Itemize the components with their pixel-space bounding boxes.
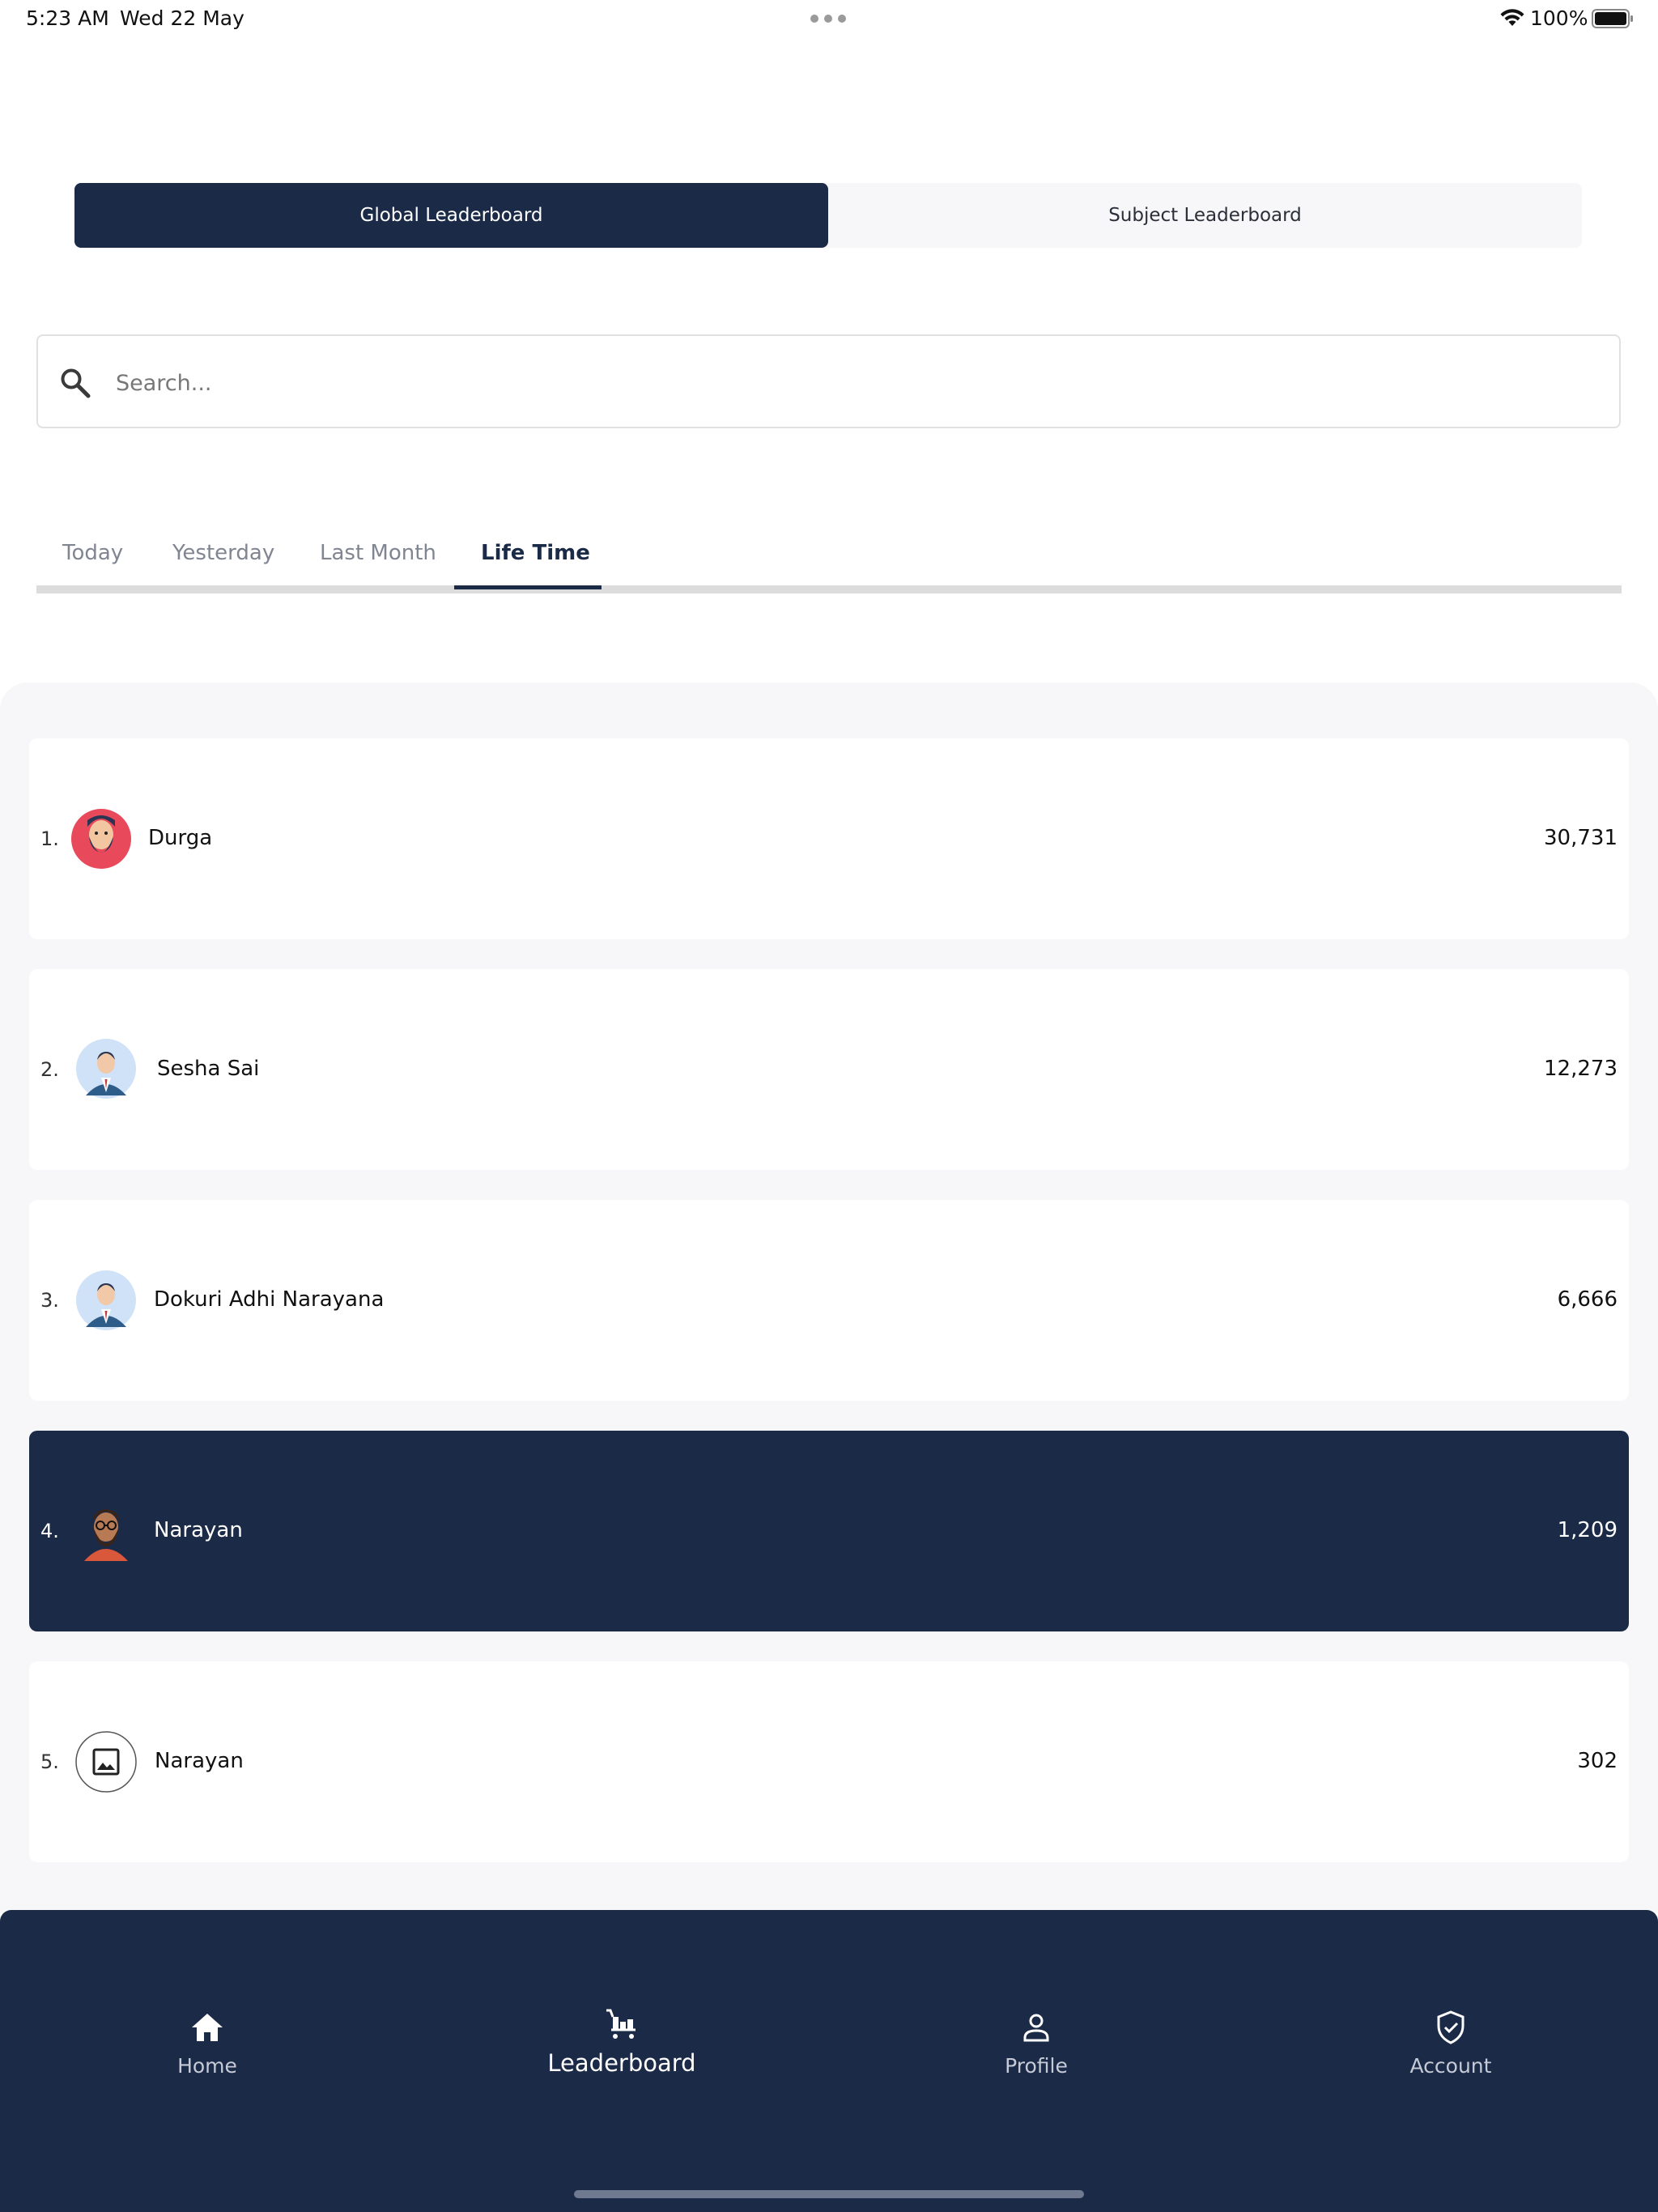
score: 30,731 — [1544, 826, 1618, 850]
search-icon — [61, 368, 91, 398]
tab-today[interactable]: Today — [62, 541, 123, 565]
player-name: Sesha Sai — [157, 1057, 260, 1081]
subject-leaderboard-button[interactable]: Subject Leaderboard — [828, 183, 1582, 248]
player-name: Narayan — [154, 1518, 243, 1542]
tab-life-time[interactable]: Life Time — [481, 541, 590, 565]
nav-account[interactable]: Account — [1354, 2009, 1548, 2078]
leaderboard-row-current-user[interactable]: 4. Narayan 1,209 — [29, 1431, 1629, 1631]
status-date: Wed 22 May — [120, 6, 244, 30]
profile-icon — [1023, 2014, 1049, 2042]
player-name: Dokuri Adhi Narayana — [154, 1287, 385, 1312]
status-time: 5:23 AM — [26, 6, 109, 30]
rank: 1. — [40, 827, 59, 850]
nav-profile-label: Profile — [1005, 2054, 1068, 2078]
avatar-bearded-man-red-icon — [71, 809, 131, 869]
image-placeholder-icon — [75, 1731, 137, 1793]
rank: 3. — [40, 1289, 59, 1312]
leaderboard-icon — [606, 2009, 636, 2039]
player-name: Narayan — [155, 1749, 244, 1773]
battery-icon — [1592, 9, 1633, 28]
score: 12,273 — [1544, 1057, 1618, 1081]
leaderboard-type-switch: Global Leaderboard Subject Leaderboard — [74, 183, 1582, 248]
search-input[interactable] — [114, 360, 1591, 406]
bottom-navigation: Home Leaderboard Profile Account — [0, 1910, 1658, 2212]
tab-yesterday[interactable]: Yesterday — [172, 541, 274, 565]
tab-last-month[interactable]: Last Month — [320, 541, 436, 565]
nav-home[interactable]: Home — [110, 2009, 304, 2078]
nav-home-label: Home — [177, 2054, 237, 2078]
tab-active-indicator — [454, 585, 602, 589]
score: 1,209 — [1557, 1518, 1618, 1542]
leaderboard-row[interactable]: 3. Dokuri Adhi Narayana 6,666 — [29, 1200, 1629, 1401]
avatar-man-suit-icon — [76, 1270, 136, 1330]
search-box — [36, 334, 1621, 428]
leaderboard-row[interactable]: 1. Durga 30,731 — [29, 738, 1629, 939]
nav-account-label: Account — [1409, 2054, 1492, 2078]
nav-profile[interactable]: Profile — [939, 2009, 1133, 2078]
player-name: Durga — [148, 826, 213, 850]
nav-leaderboard-label: Leaderboard — [547, 2049, 696, 2077]
shield-check-icon — [1437, 2010, 1465, 2044]
avatar-man-suit-icon — [76, 1039, 136, 1099]
rank: 5. — [40, 1750, 59, 1773]
rank: 2. — [40, 1058, 59, 1081]
battery-percentage: 100% — [1530, 6, 1588, 30]
wifi-icon — [1500, 9, 1524, 26]
rank: 4. — [40, 1520, 59, 1542]
home-indicator[interactable] — [574, 2190, 1084, 2198]
period-tabs: Today Yesterday Last Month Life Time — [36, 518, 1622, 595]
global-leaderboard-button[interactable]: Global Leaderboard — [74, 183, 828, 248]
avatar-bearded-man-glasses-icon — [84, 1509, 128, 1561]
leaderboard-row[interactable]: 2. Sesha Sai 12,273 — [29, 969, 1629, 1170]
nav-leaderboard[interactable]: Leaderboard — [525, 2006, 719, 2077]
leaderboard-list: 1. Durga 30,731 2. Sesha Sai 12,273 3. D… — [0, 683, 1658, 1913]
multitasking-dots-icon[interactable] — [810, 15, 846, 23]
score: 302 — [1577, 1749, 1618, 1773]
tab-track — [36, 585, 1622, 593]
leaderboard-row[interactable]: 5. Narayan 302 — [29, 1661, 1629, 1862]
home-icon — [192, 2014, 223, 2041]
status-bar: 5:23 AM Wed 22 May 100% — [0, 0, 1658, 40]
score: 6,666 — [1557, 1287, 1618, 1312]
